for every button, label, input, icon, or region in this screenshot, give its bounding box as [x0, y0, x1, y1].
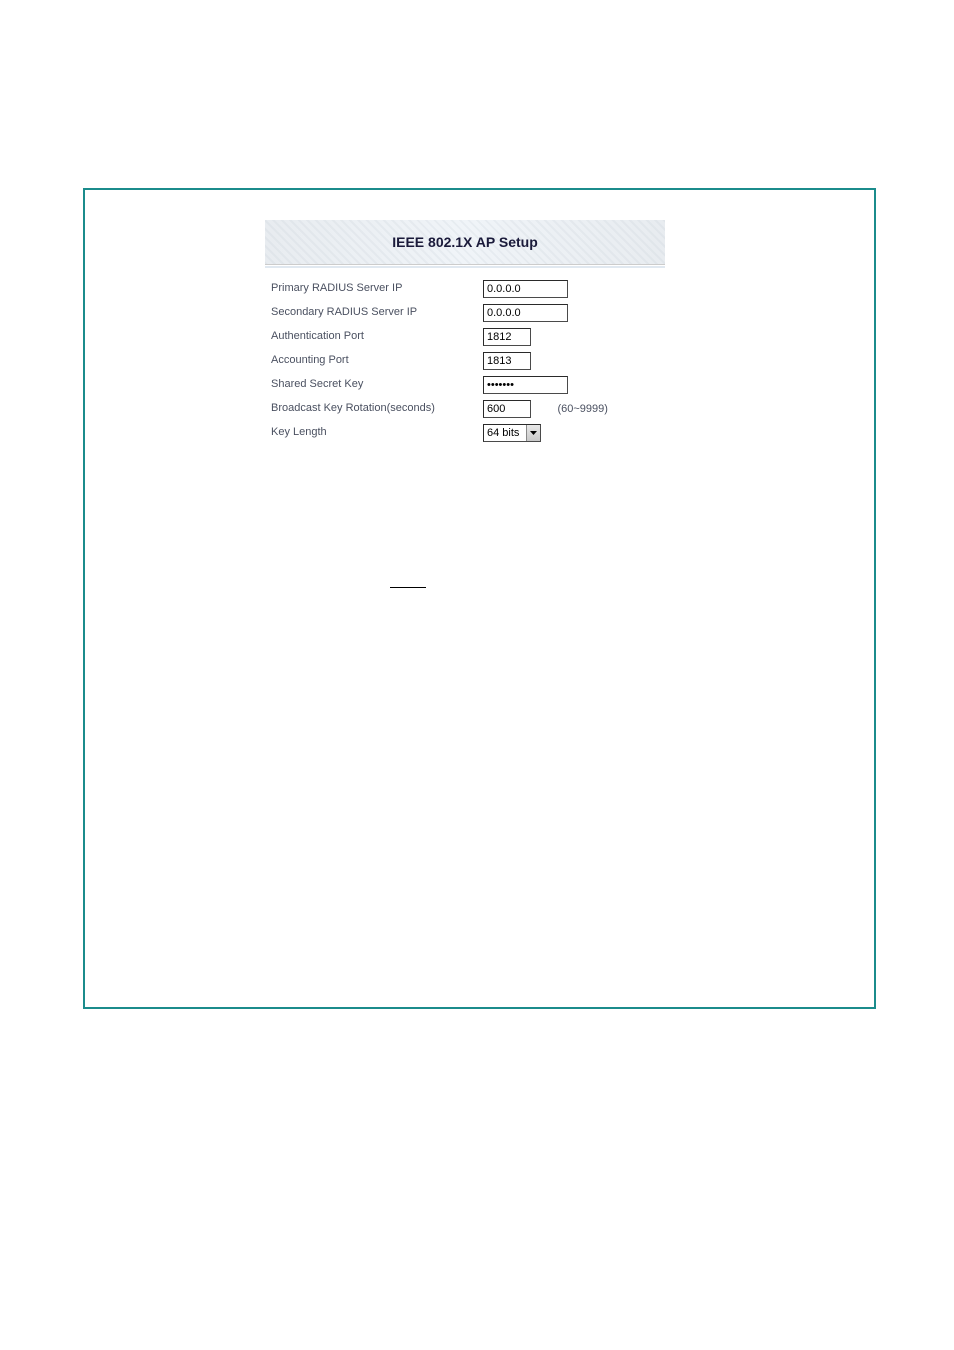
input-auth-port[interactable]: [483, 328, 531, 346]
row-acct-port: Accounting Port: [265, 348, 665, 372]
row-auth-port: Authentication Port: [265, 324, 665, 348]
chevron-down-icon: [526, 425, 540, 441]
label-secondary-radius: Secondary RADIUS Server IP: [265, 300, 483, 324]
input-shared-secret[interactable]: [483, 376, 568, 394]
label-primary-radius: Primary RADIUS Server IP: [265, 276, 483, 300]
label-shared-secret: Shared Secret Key: [265, 372, 483, 396]
row-shared-secret: Shared Secret Key: [265, 372, 665, 396]
row-broadcast-rotation: Broadcast Key Rotation(seconds) (60~9999…: [265, 396, 665, 420]
select-key-length[interactable]: 64 bits: [483, 424, 541, 442]
label-broadcast-rotation: Broadcast Key Rotation(seconds): [265, 396, 483, 420]
input-secondary-radius[interactable]: [483, 304, 568, 322]
label-key-length: Key Length: [265, 420, 483, 444]
input-primary-radius[interactable]: [483, 280, 568, 298]
label-auth-port: Authentication Port: [265, 324, 483, 348]
label-acct-port: Accounting Port: [265, 348, 483, 372]
row-secondary-radius: Secondary RADIUS Server IP: [265, 300, 665, 324]
hint-broadcast-rotation: (60~9999): [557, 403, 607, 415]
document-frame: IEEE 802.1X AP Setup Primary RADIUS Serv…: [83, 188, 876, 1009]
input-broadcast-rotation[interactable]: [483, 400, 531, 418]
row-key-length: Key Length 64 bits: [265, 420, 665, 444]
row-primary-radius: Primary RADIUS Server IP: [265, 276, 665, 300]
form-table: Primary RADIUS Server IP Secondary RADIU…: [265, 276, 665, 444]
underline-mark: [390, 587, 426, 588]
panel-title: IEEE 802.1X AP Setup: [392, 234, 538, 250]
select-key-length-value: 64 bits: [484, 425, 526, 441]
panel-header: IEEE 802.1X AP Setup: [265, 220, 665, 265]
divider: [265, 266, 665, 268]
setup-panel: IEEE 802.1X AP Setup Primary RADIUS Serv…: [265, 220, 665, 444]
input-acct-port[interactable]: [483, 352, 531, 370]
